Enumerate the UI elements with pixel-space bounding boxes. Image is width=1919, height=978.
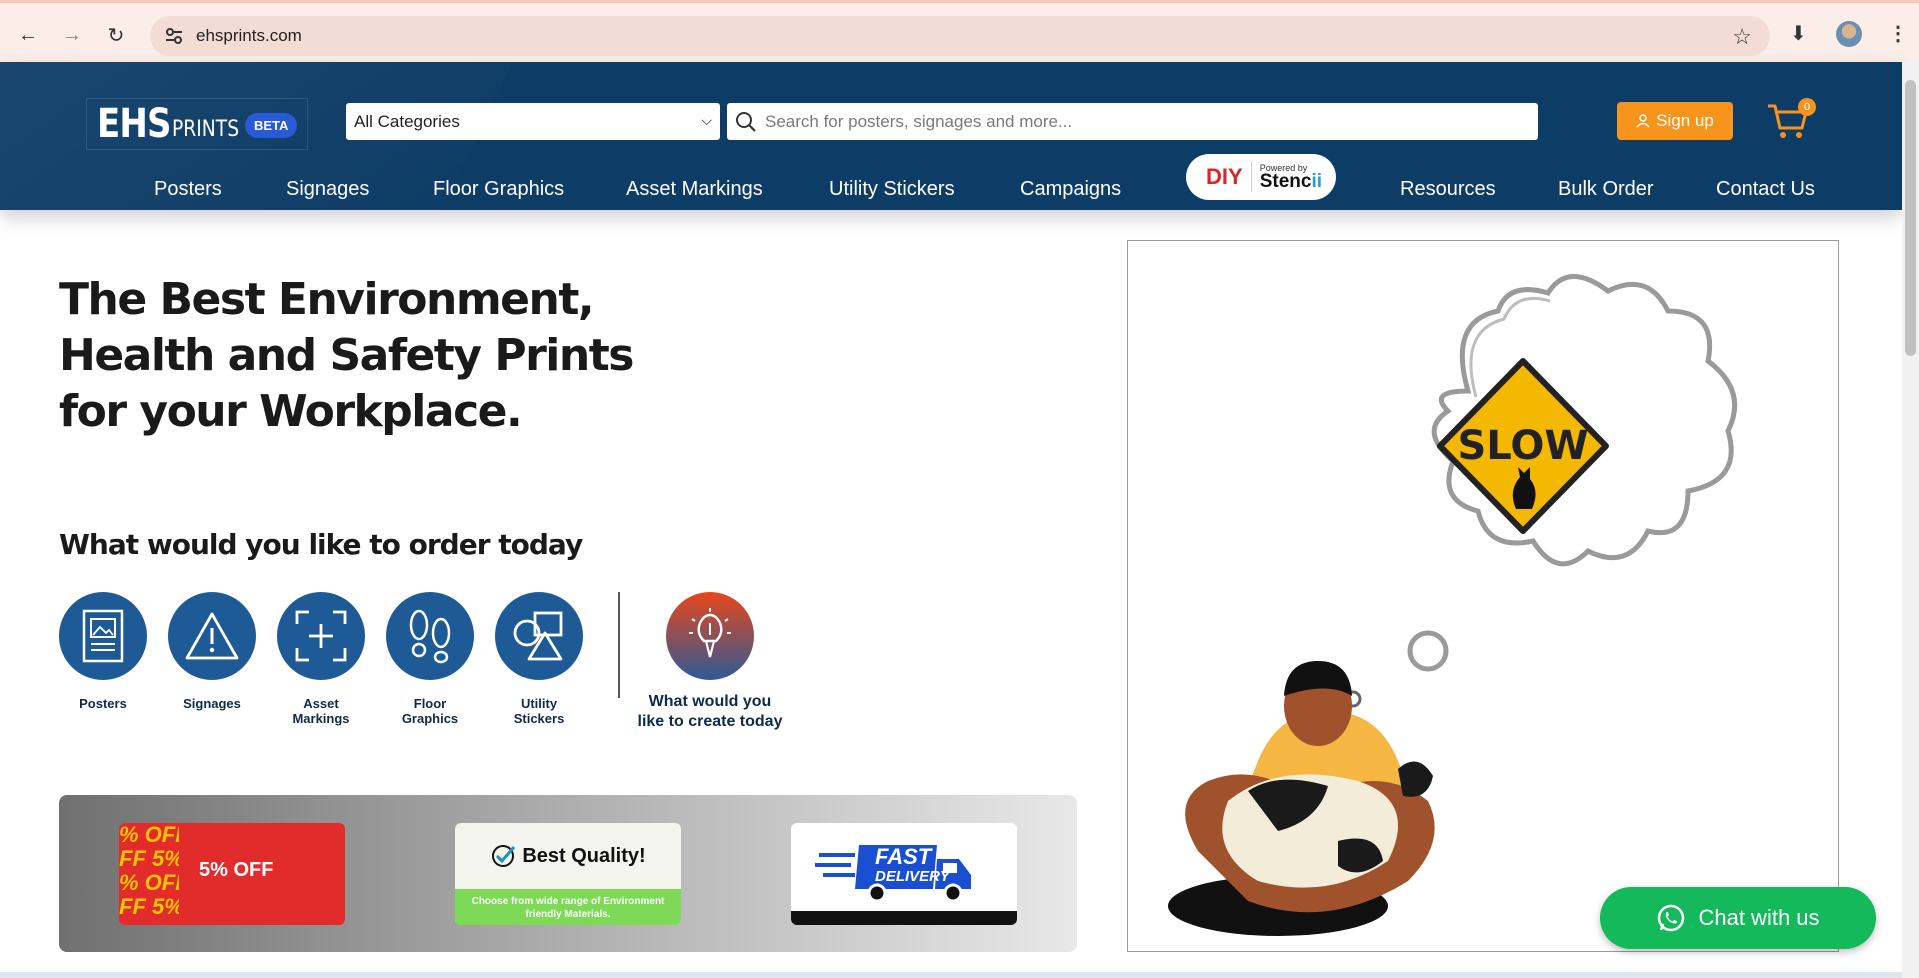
delivery-line2: DELIVERY	[875, 868, 950, 885]
nav-utility-stickers[interactable]: Utility Stickers	[829, 178, 955, 201]
category-posters[interactable]: Posters	[59, 592, 147, 711]
stencii-brand: Stencii	[1259, 171, 1322, 192]
discount-pattern: % OFF FF 5% % OFF FF 5%	[119, 823, 179, 919]
page-bottom-strip	[0, 972, 1902, 978]
nav-posters[interactable]: Posters	[154, 178, 222, 201]
category-signages[interactable]: Signages	[168, 592, 256, 711]
diy-stencii-button[interactable]: DIY Powered by Stencii	[1186, 154, 1336, 200]
download-icon[interactable]: ⬇	[1790, 21, 1807, 46]
chat-label: Chat with us	[1698, 905, 1820, 930]
delivery-card[interactable]: FAST DELIVERY	[791, 823, 1017, 925]
category-label: Floor Graphics	[401, 696, 459, 726]
url-text[interactable]: ehsprints.com	[196, 26, 302, 46]
cart-count-badge: 0	[1798, 98, 1816, 116]
discount-text: 5% OFF	[199, 859, 274, 881]
back-icon[interactable]: ←	[14, 21, 42, 49]
discount-card[interactable]: % OFF FF 5% % OFF FF 5% 5% OFF	[119, 823, 345, 925]
shapes-icon	[495, 592, 583, 680]
menu-dots-icon[interactable]: ⋮	[1888, 21, 1908, 46]
quality-header: Best Quality!	[455, 823, 681, 889]
idea-pen-icon	[666, 592, 754, 680]
site-header: EHS PRINTS BETA All Categories ⌵ Search …	[0, 62, 1902, 210]
whatsapp-icon	[1658, 904, 1685, 932]
address-bar[interactable]: ehsprints.com ☆	[150, 16, 1770, 56]
poster-icon	[59, 592, 147, 680]
category-label: Utility Stickers	[513, 696, 565, 726]
nav-bulk-order[interactable]: Bulk Order	[1558, 178, 1654, 201]
search-input[interactable]: Search for posters, signages and more...	[727, 103, 1538, 140]
forward-icon[interactable]: →	[58, 21, 86, 49]
checkmark-icon	[492, 845, 516, 867]
main-navigation: Posters Signages Floor Graphics Asset Ma…	[0, 172, 1902, 208]
category-utility-stickers[interactable]: Utility Stickers	[495, 592, 583, 726]
chat-with-us-button[interactable]: Chat with us	[1600, 887, 1876, 949]
chevron-down-icon: ⌵	[701, 112, 712, 128]
category-select-value: All Categories	[354, 111, 460, 131]
logo-sub: PRINTS	[171, 116, 239, 142]
category-asset-markings[interactable]: Asset Markings	[277, 592, 365, 726]
create-today-link[interactable]: What would you like to create today	[634, 592, 786, 732]
quality-subtitle: Choose from wide range of Environment fr…	[455, 889, 681, 925]
category-floor-graphics[interactable]: Floor Graphics	[386, 592, 474, 726]
signup-label: Sign up	[1656, 111, 1714, 130]
nav-contact-us[interactable]: Contact Us	[1716, 178, 1815, 201]
user-icon	[1636, 114, 1650, 128]
logo-main: EHS	[97, 101, 171, 147]
nav-resources[interactable]: Resources	[1400, 178, 1496, 201]
warning-icon	[168, 592, 256, 680]
category-divider	[618, 592, 620, 698]
category-select[interactable]: All Categories ⌵	[346, 103, 720, 140]
diy-powered: Powered by Stencii	[1260, 163, 1322, 191]
person-with-cat-illustration: SLOW	[1168, 274, 1738, 936]
delivery-bar	[791, 911, 1017, 925]
site-logo[interactable]: EHS PRINTS BETA	[86, 98, 308, 150]
category-label: Asset Markings	[292, 696, 350, 726]
delivery-text: FAST DELIVERY	[875, 844, 950, 887]
site-info-icon[interactable]	[164, 26, 184, 46]
signup-button[interactable]: Sign up	[1617, 102, 1733, 140]
order-title: What would you like to order today	[59, 528, 583, 561]
quality-card[interactable]: Best Quality! Choose from wide range of …	[455, 823, 681, 925]
slow-sign-text: SLOW	[1458, 423, 1589, 469]
footprints-icon	[386, 592, 474, 680]
diy-divider	[1250, 162, 1252, 192]
profile-avatar[interactable]	[1836, 21, 1862, 47]
asset-marking-icon	[277, 592, 365, 680]
nav-signages[interactable]: Signages	[286, 178, 369, 201]
browser-toolbar: ← → ↻ ehsprints.com ☆ ⬇ ⋮	[0, 0, 1919, 62]
scrollbar-thumb[interactable]	[1905, 80, 1916, 356]
nav-campaigns[interactable]: Campaigns	[1020, 178, 1121, 201]
promo-banner: % OFF FF 5% % OFF FF 5% 5% OFF Best Qual…	[59, 795, 1077, 952]
bookmark-star-icon[interactable]: ☆	[1732, 24, 1752, 50]
quality-title: Best Quality!	[522, 844, 646, 867]
category-label: Posters	[79, 696, 127, 711]
diy-label: DIY	[1206, 164, 1243, 189]
reload-icon[interactable]: ↻	[102, 21, 130, 49]
hero-illustration: SLOW	[1127, 240, 1839, 952]
category-label: Signages	[183, 696, 241, 711]
search-placeholder: Search for posters, signages and more...	[765, 111, 1073, 131]
stencii-brand-b: ii	[1311, 171, 1322, 192]
stencii-brand-a: Stenc	[1259, 171, 1312, 192]
nav-floor-graphics[interactable]: Floor Graphics	[433, 178, 564, 201]
create-today-label: What would you like to create today	[637, 693, 783, 730]
search-icon	[736, 111, 756, 132]
delivery-line1: FAST	[875, 844, 932, 869]
beta-badge: BETA	[245, 113, 298, 138]
nav-asset-markings[interactable]: Asset Markings	[626, 178, 763, 201]
hero-title: The Best Environment, Health and Safety …	[59, 274, 634, 437]
